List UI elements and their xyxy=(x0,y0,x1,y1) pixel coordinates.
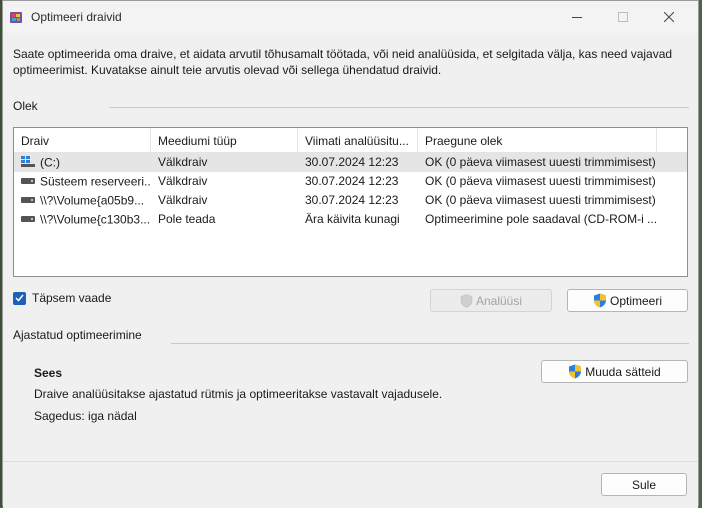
drive-icon xyxy=(21,177,35,184)
drive-name: \\?\Volume{a05b9... xyxy=(40,193,145,208)
drive-cell: \\?\Volume{c130b3... xyxy=(14,210,151,229)
last-analyzed: 30.07.2024 12:23 xyxy=(305,155,399,169)
current-status: OK (0 päeva viimasest uuesti trimmimises… xyxy=(425,174,656,188)
drive-row[interactable]: \\?\Volume{a05b9... Välkdraiv 30.07.2024… xyxy=(14,191,687,210)
optimize-label: Optimeeri xyxy=(609,293,662,308)
change-settings-button[interactable]: Muuda sätteid xyxy=(541,360,688,383)
schedule-divider xyxy=(171,343,689,344)
dialog-footer: Sule xyxy=(3,461,698,508)
uac-shield-icon xyxy=(569,364,582,379)
analyze-label: Analüüsi xyxy=(475,293,523,308)
schedule-state: Sees xyxy=(34,366,63,380)
last-analyzed: 30.07.2024 12:23 xyxy=(305,174,399,188)
column-header-media-type[interactable]: Meediumi tüüp xyxy=(151,128,298,152)
status-divider xyxy=(109,107,689,108)
current-status: OK (0 päeva viimasest uuesti trimmimises… xyxy=(425,193,656,207)
optimize-drives-window: Optimeeri draivid Saate optimeerida oma … xyxy=(2,0,699,508)
change-settings-label: Muuda sätteid xyxy=(585,364,661,379)
drive-icon xyxy=(21,196,35,203)
media-type: Välkdraiv xyxy=(158,174,208,188)
windows-drive-icon xyxy=(21,156,35,168)
drive-row[interactable]: (C:) Välkdraiv 30.07.2024 12:23 OK (0 pä… xyxy=(14,153,687,172)
media-type: Välkdraiv xyxy=(158,155,208,169)
optimize-button[interactable]: Optimeeri xyxy=(567,289,688,312)
last-analyzed: Ära käivita kunagi xyxy=(305,212,400,226)
current-status: OK (0 päeva viimasest uuesti trimmimises… xyxy=(425,155,656,169)
drive-cell: (C:) xyxy=(14,153,151,172)
drive-icon xyxy=(21,215,35,222)
defrag-app-icon xyxy=(10,12,22,23)
close-icon xyxy=(664,12,674,22)
drive-cell: Süsteem reserveeri... xyxy=(14,172,151,191)
close-label: Sule xyxy=(631,477,657,492)
uac-shield-icon xyxy=(593,293,606,308)
column-header-drive[interactable]: Draiv xyxy=(14,128,151,152)
advanced-view-label: Täpsem vaade xyxy=(32,291,112,305)
close-button[interactable]: Sule xyxy=(601,473,687,496)
checkmark-icon xyxy=(15,294,24,302)
close-window-button[interactable] xyxy=(646,1,692,33)
checkbox-box[interactable] xyxy=(13,291,26,305)
analyze-button[interactable]: Analüüsi xyxy=(430,289,552,312)
advanced-view-checkbox[interactable]: Täpsem vaade xyxy=(13,290,111,306)
current-status: Optimeerimine pole saadaval (CD-ROM-i ..… xyxy=(425,212,657,226)
maximize-icon xyxy=(618,12,628,22)
column-header-last-analyzed[interactable]: Viimati analüüsitu... xyxy=(298,128,418,152)
minimize-icon xyxy=(572,17,582,18)
schedule-description: Draive analüüsitakse ajastatud rütmis ja… xyxy=(34,387,443,401)
drive-name: \\?\Volume{c130b3... xyxy=(40,212,151,227)
media-type: Välkdraiv xyxy=(158,193,208,207)
media-type: Pole teada xyxy=(158,212,216,226)
window-description: Saate optimeerida oma draive, et aidata … xyxy=(13,47,673,77)
drive-name: Süsteem reserveeri... xyxy=(40,174,151,189)
window-title: Optimeeri draivid xyxy=(31,10,122,24)
title-bar[interactable]: Optimeeri draivid xyxy=(3,1,698,33)
drive-row[interactable]: Süsteem reserveeri... Välkdraiv 30.07.20… xyxy=(14,172,687,191)
schedule-section-label: Ajastatud optimeerimine xyxy=(13,328,142,342)
drive-row[interactable]: \\?\Volume{c130b3... Pole teada Ära käiv… xyxy=(14,210,687,229)
drive-cell: \\?\Volume{a05b9... xyxy=(14,191,151,210)
drives-list[interactable]: Draiv Meediumi tüüp Viimati analüüsitu..… xyxy=(13,127,688,277)
drives-list-header: Draiv Meediumi tüüp Viimati analüüsitu..… xyxy=(14,128,687,153)
shield-icon xyxy=(460,293,473,308)
schedule-frequency: Sagedus: iga nädal xyxy=(34,409,137,423)
minimize-button[interactable] xyxy=(554,1,600,33)
column-header-current-status[interactable]: Praegune olek xyxy=(418,128,657,152)
maximize-button[interactable] xyxy=(600,1,646,33)
status-section-label: Olek xyxy=(13,99,38,113)
last-analyzed: 30.07.2024 12:23 xyxy=(305,193,399,207)
drive-name: (C:) xyxy=(40,155,60,170)
